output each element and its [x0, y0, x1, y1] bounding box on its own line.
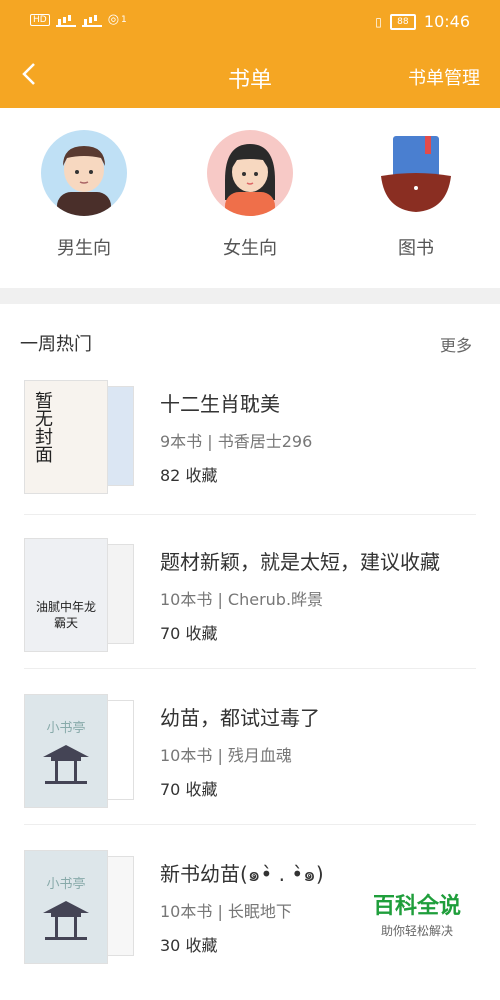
cover-back: [104, 700, 134, 800]
booklist-meta: 10本书 | 长眠地下: [160, 902, 292, 921]
favorites-count: 70 收藏: [160, 624, 218, 643]
cover-front: 油腻中年龙霸天: [24, 538, 108, 652]
cover-stack: 小书亭: [24, 850, 144, 964]
cover-back: [104, 386, 134, 486]
hotspot-count: 1: [121, 14, 127, 25]
cover-text: 暂无封面: [32, 391, 53, 463]
cover-front: 暂无封面: [24, 380, 108, 494]
cover-text: 小书亭: [46, 721, 86, 736]
category-label: 图书: [398, 238, 434, 259]
booklist-item[interactable]: 油腻中年龙霸天 题材新颖，就是太短，建议收藏 10本书 | Cherub.晔景 …: [0, 538, 500, 688]
battery-icon: 88: [389, 13, 416, 30]
cover-front: 小书亭: [24, 694, 108, 808]
section-title: 一周热门: [20, 334, 92, 355]
cover-back: [104, 856, 134, 956]
cover-stack: 油腻中年龙霸天: [24, 538, 144, 652]
status-right: ▯ 88 10:46: [375, 12, 470, 31]
category-book[interactable]: 图书: [366, 130, 466, 260]
app-header: HD ◎ 1 ▯ 88 10:46 书单 书单管理: [0, 0, 500, 108]
hotspot-icon: ◎: [107, 12, 120, 27]
row-divider: [24, 514, 476, 515]
male-avatar-icon: [41, 130, 127, 216]
4g-signal-icon: [81, 13, 102, 27]
booklist-item[interactable]: 小书亭 幼苗，都试过毒了 10本书 | 残月血魂 70 收藏: [0, 694, 500, 844]
vibrate-icon: ▯: [375, 14, 382, 29]
favorites-count: 82 收藏: [160, 466, 218, 485]
booklist-meta: 10本书 | Cherub.晔景: [160, 590, 324, 609]
status-left: HD ◎ 1: [30, 12, 127, 27]
weekly-hot-section: 一周热门 更多 暂无封面 十二生肖耽美 9本书 | 书香居士296 82 收藏 …: [0, 304, 500, 964]
cover-stack: 小书亭: [24, 694, 144, 808]
4g-signal-icon: [55, 13, 76, 27]
female-avatar-icon: [207, 130, 293, 216]
booklist-title: 幼苗，都试过毒了: [160, 706, 320, 730]
booklist-meta: 10本书 | 残月血魂: [160, 746, 292, 765]
watermark-subtitle: 助你轻松解决: [380, 924, 453, 938]
booklist-item[interactable]: 暂无封面 十二生肖耽美 9本书 | 书香居士296 82 收藏: [0, 380, 500, 530]
category-label: 男生向: [57, 238, 111, 259]
section-divider: [0, 288, 500, 304]
watermark-title: 百科全说: [372, 894, 461, 919]
category-row: 男生向 女生向 图书: [0, 108, 500, 288]
booklist-title: 十二生肖耽美: [160, 392, 280, 416]
more-link[interactable]: 更多: [440, 332, 472, 356]
status-bar: HD ◎ 1 ▯ 88 10:46: [0, 0, 500, 40]
favorites-count: 70 收藏: [160, 780, 218, 799]
cover-back: [104, 544, 134, 644]
pavilion-icon: [43, 745, 89, 784]
cover-text: 油腻中年龙霸天: [35, 600, 96, 630]
cover-stack: 暂无封面: [24, 380, 144, 494]
cover-front: 小书亭: [24, 850, 108, 964]
favorites-count: 30 收藏: [160, 936, 218, 955]
category-male[interactable]: 男生向: [34, 130, 134, 260]
booklist-meta: 9本书 | 书香居士296: [160, 432, 313, 451]
nav-row: 书单 书单管理: [0, 52, 500, 100]
cover-text: 小书亭: [46, 877, 86, 892]
hd-icon: HD: [30, 13, 50, 26]
category-label: 女生向: [223, 238, 277, 259]
booklist-title: 题材新颖，就是太短，建议收藏: [160, 550, 440, 574]
clock: 10:46: [423, 12, 470, 31]
manage-button[interactable]: 书单管理: [408, 64, 480, 90]
watermark: 百科全说 助你轻松解决: [352, 880, 482, 946]
pavilion-icon: [43, 901, 89, 940]
book-icon: [373, 130, 459, 216]
row-divider: [24, 668, 476, 669]
row-divider: [24, 824, 476, 825]
category-female[interactable]: 女生向: [200, 130, 300, 260]
